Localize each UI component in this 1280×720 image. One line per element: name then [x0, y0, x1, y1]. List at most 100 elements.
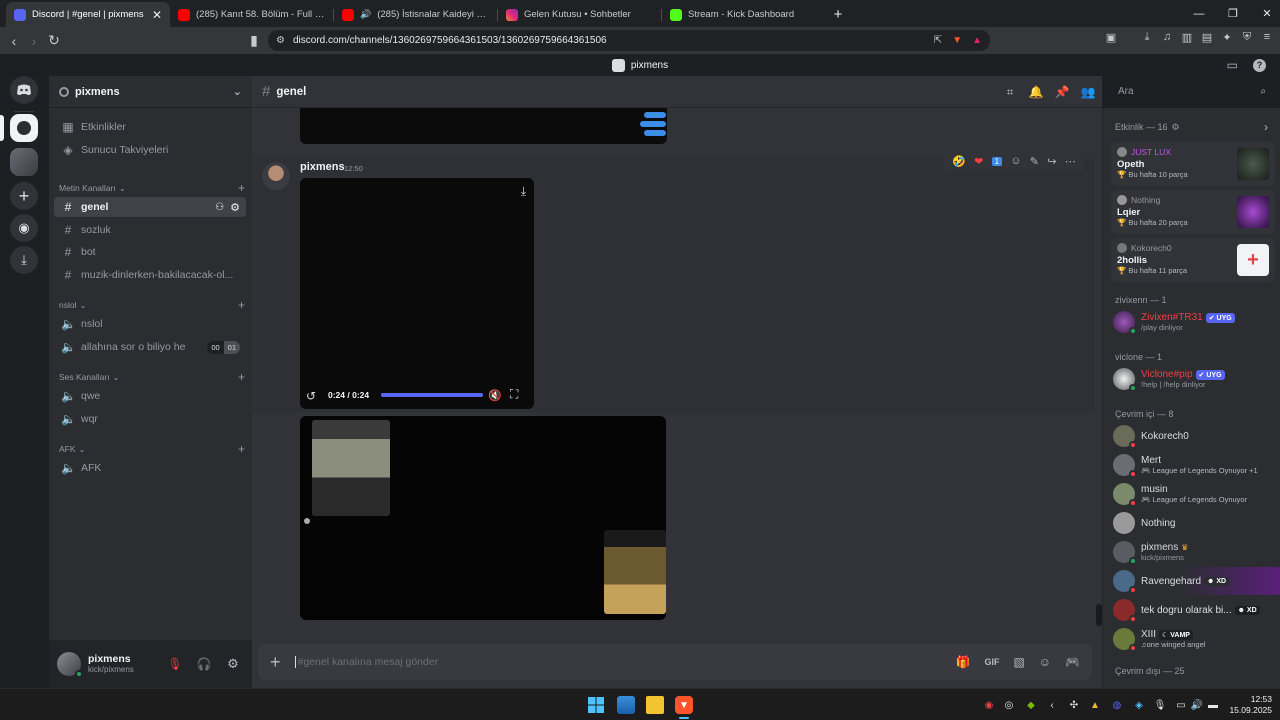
- browser-tab-discord[interactable]: Discord | #genel | pixmens ✕: [6, 2, 170, 27]
- search-input[interactable]: Ara ⌕: [1112, 81, 1272, 102]
- channel-genel[interactable]: # genel ⚇ ⚙: [54, 197, 246, 217]
- close-tab-icon[interactable]: ✕: [152, 8, 162, 22]
- create-channel-icon[interactable]: +: [238, 370, 245, 384]
- sidebar-icon[interactable]: ▥: [1180, 30, 1194, 44]
- notification-bell-icon[interactable]: 🔔: [1028, 84, 1044, 100]
- create-channel-icon[interactable]: +: [238, 442, 245, 456]
- server-folder[interactable]: [10, 148, 38, 176]
- browser-tab-kick[interactable]: Stream - Kick Dashboard: [662, 2, 826, 27]
- channel-sozluk[interactable]: # sozluk: [54, 220, 246, 240]
- reaction-heart-icon[interactable]: ❤: [974, 155, 983, 168]
- wallet-icon[interactable]: ▤: [1200, 30, 1214, 44]
- restore-button[interactable]: ❐: [1216, 0, 1250, 27]
- add-reaction-icon[interactable]: ☺: [1010, 155, 1021, 167]
- browser-tab-instagram[interactable]: Gelen Kutusu • Sohbetler: [498, 2, 662, 27]
- member-item[interactable]: Nothing: [1113, 509, 1277, 537]
- brave-shields-icon[interactable]: ▼: [952, 35, 962, 46]
- speaker-icon[interactable]: 🔊: [360, 9, 371, 20]
- network-icon[interactable]: ▭: [1174, 698, 1188, 712]
- emoji-icon[interactable]: ☺: [1039, 655, 1051, 669]
- activity-card[interactable]: Kokorech0 2hollis 🏆 Bu hafta 11 parça +: [1111, 238, 1275, 282]
- avatar[interactable]: [57, 652, 83, 678]
- avatar[interactable]: [262, 162, 290, 190]
- threads-icon[interactable]: ⌗: [1002, 84, 1018, 100]
- site-info-icon[interactable]: ⚙: [276, 35, 285, 46]
- volume-muted-icon[interactable]: 🔇: [488, 389, 502, 402]
- member-item[interactable]: Zivixen#TR31 ✔ UYG /play dinliyor: [1113, 308, 1277, 336]
- browser-tab-youtube-1[interactable]: (285) Kanıt 58. Bölüm - Full Bölüm - \: [170, 2, 334, 27]
- add-attachment-icon[interactable]: +: [270, 652, 281, 673]
- gift-icon[interactable]: 🎁: [955, 655, 970, 669]
- more-options-icon[interactable]: ⋯: [1065, 155, 1076, 168]
- apps-icon[interactable]: 🎮: [1065, 655, 1080, 669]
- pin-icon[interactable]: 📌: [1054, 84, 1070, 100]
- sidebar-item-events[interactable]: ▦ Etkinlikler: [54, 117, 246, 137]
- member-item[interactable]: Ravengehard ☻ XD: [1113, 567, 1280, 595]
- reaction-one-icon[interactable]: 1: [991, 156, 1003, 166]
- file-explorer-icon[interactable]: [646, 696, 664, 714]
- fullscreen-icon[interactable]: ⛶: [510, 387, 518, 402]
- close-window-button[interactable]: ✕: [1250, 0, 1280, 27]
- forward-icon[interactable]: ↪: [1047, 155, 1056, 168]
- vpn-icon[interactable]: ⛨: [1240, 30, 1254, 44]
- back-button[interactable]: ‹: [4, 31, 24, 51]
- windows-start-icon[interactable]: [587, 696, 605, 714]
- show-hidden-icons-chevron-icon[interactable]: ‹: [1045, 698, 1059, 712]
- category-nslol[interactable]: nslol ⌄ +: [59, 298, 245, 312]
- download-icon[interactable]: ⤓: [521, 184, 526, 199]
- microphone-icon[interactable]: 🎙: [1153, 698, 1167, 712]
- direct-messages-button[interactable]: [10, 76, 38, 104]
- tray-app-icon[interactable]: ◉: [982, 698, 996, 712]
- channel-muzik[interactable]: # muzik-dinlerken-bakilacacak-ol...: [54, 265, 246, 285]
- discord-tray-icon[interactable]: ◍: [1110, 698, 1124, 712]
- nvidia-icon[interactable]: ◆: [1024, 698, 1038, 712]
- minimize-button[interactable]: —: [1182, 0, 1216, 27]
- create-channel-icon[interactable]: +: [238, 181, 245, 195]
- server-pixmens[interactable]: [10, 114, 38, 142]
- voice-channel-allahina[interactable]: 🔈 allahına sor o biliyo he 00 01: [54, 337, 246, 357]
- members-list-icon[interactable]: 👥: [1080, 84, 1096, 100]
- category-afk[interactable]: AFK ⌄ +: [59, 442, 245, 456]
- download-apps-button[interactable]: ⤓: [10, 246, 38, 274]
- help-icon[interactable]: ?: [1253, 58, 1266, 72]
- server-header[interactable]: pixmens ⌄: [49, 76, 252, 108]
- voice-channel-wqr[interactable]: 🔈 wqr: [54, 409, 246, 429]
- voice-channel-afk[interactable]: 🔈 AFK: [54, 458, 246, 478]
- create-channel-icon[interactable]: +: [238, 298, 245, 312]
- add-server-button[interactable]: +: [10, 182, 38, 210]
- leo-ai-icon[interactable]: ✦: [1220, 30, 1234, 44]
- message-input[interactable]: #genel kanalına mesaj gönder: [294, 656, 942, 668]
- clock[interactable]: 12:53 15.09.2025: [1224, 694, 1272, 716]
- battery-icon[interactable]: ▬: [1206, 698, 1220, 712]
- chevron-right-icon[interactable]: ›: [1264, 120, 1268, 134]
- image-attachment[interactable]: [300, 416, 666, 620]
- previous-attachment[interactable]: [300, 108, 667, 144]
- replay-icon[interactable]: ↺: [306, 389, 316, 403]
- user-settings-gear-icon[interactable]: ⚙: [222, 656, 244, 672]
- menu-icon[interactable]: ≡: [1260, 30, 1274, 44]
- address-bar[interactable]: ⚙ discord.com/channels/13602697596643615…: [268, 30, 990, 51]
- share-icon[interactable]: ⇱: [934, 35, 942, 46]
- gear-icon[interactable]: ⚙: [1172, 122, 1180, 133]
- message[interactable]: pixmens 12:50 ⤓ ↺ 0:24 / 0:24 🔇 ⛶ 🤣 ❤ 1 …: [252, 150, 1094, 412]
- sticker-icon[interactable]: ▧: [1013, 655, 1024, 669]
- headphones-muted-icon[interactable]: 🎧: [193, 657, 215, 671]
- download-icon[interactable]: ⤓: [1140, 30, 1154, 44]
- member-item[interactable]: Mert 🎮 League of Legends Oynuyor +1: [1113, 451, 1277, 479]
- channel-bot[interactable]: # bot: [54, 242, 246, 262]
- steam-icon[interactable]: ◎: [1002, 698, 1016, 712]
- volume-icon[interactable]: 🔊: [1190, 698, 1204, 712]
- member-item[interactable]: tek dogru olarak bi... ☻ XD: [1113, 596, 1277, 624]
- member-item[interactable]: XIII ☾ VAMP ♫one winged angel: [1113, 625, 1277, 653]
- brave-browser-icon[interactable]: ▼: [675, 696, 693, 714]
- video-player[interactable]: ⤓ ↺ 0:24 / 0:24 🔇 ⛶: [300, 178, 534, 409]
- browser-tab-youtube-2[interactable]: 🔊 (285) İstisnalar Kaideyi Bozmaz -: [334, 2, 498, 27]
- new-tab-button[interactable]: +: [826, 2, 850, 27]
- sidebar-item-boosts[interactable]: ◈ Sunucu Takviyeleri: [54, 140, 246, 160]
- voice-channel-nslol[interactable]: 🔈 nslol: [54, 314, 246, 334]
- mic-muted-icon[interactable]: 🎙: [164, 657, 186, 671]
- tray-app-icon[interactable]: ◈: [1132, 698, 1146, 712]
- media-icon[interactable]: ♫: [1160, 30, 1174, 44]
- widgets-icon[interactable]: [617, 696, 635, 714]
- reload-button[interactable]: ↻: [44, 31, 64, 51]
